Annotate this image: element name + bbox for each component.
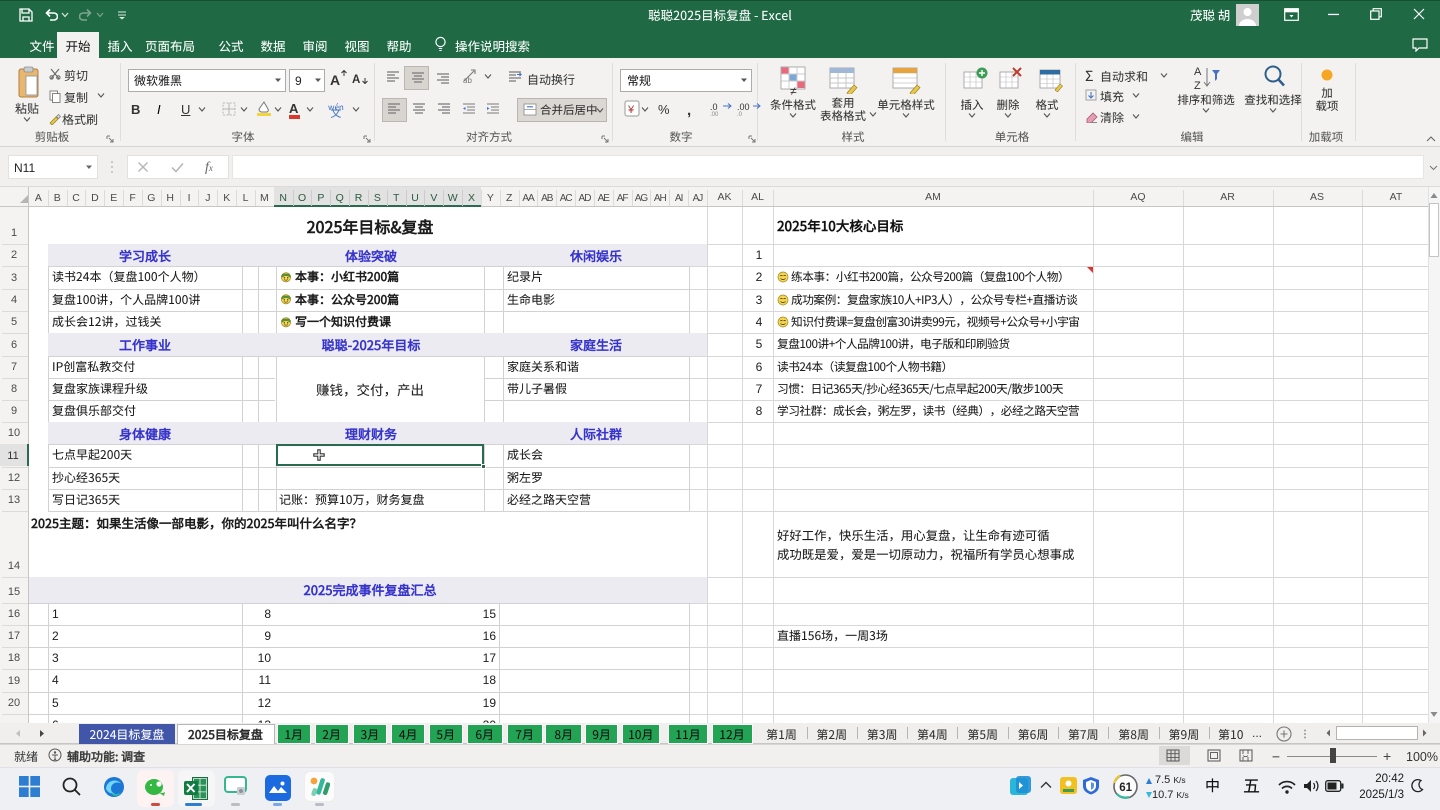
svg-text:.0: .0	[710, 102, 718, 112]
svg-text:¥: ¥	[627, 104, 635, 116]
svg-text:ab: ab	[463, 76, 472, 84]
svg-text:.00: .00	[710, 112, 719, 116]
svg-text:61: 61	[1119, 782, 1132, 794]
svg-text:.00: .00	[737, 102, 750, 112]
svg-text:Z: Z	[1194, 80, 1201, 92]
svg-text:A: A	[1194, 66, 1202, 78]
svg-text:.0: .0	[737, 112, 743, 116]
svg-text:≠: ≠	[790, 84, 797, 96]
